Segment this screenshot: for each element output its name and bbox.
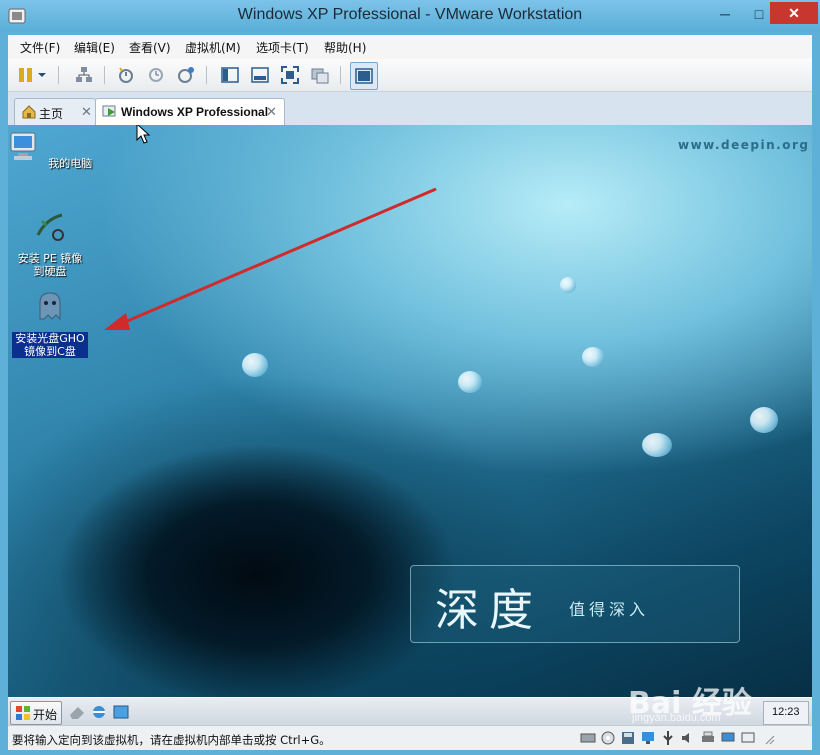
unity-icon[interactable]	[310, 65, 330, 85]
resize-grip-icon[interactable]	[760, 730, 776, 746]
status-bar: 要将输入定向到该虚拟机，请在虚拟机内部单击或按 Ctrl+G。	[8, 725, 812, 750]
network-adapter-icon[interactable]	[640, 730, 656, 746]
printer-icon[interactable]	[700, 730, 716, 746]
menu-edit[interactable]: 编辑(E)	[74, 39, 115, 56]
tab-strip: 主页 ✕ Windows XP Professional ✕	[8, 92, 812, 126]
floppy-icon[interactable]	[620, 730, 636, 746]
tab-home[interactable]: 主页 ✕	[14, 98, 96, 126]
home-icon	[22, 105, 36, 119]
snapshot-manager-icon[interactable]	[176, 65, 196, 85]
stretch-guest-icon	[355, 68, 373, 84]
hard-disk-icon[interactable]	[580, 730, 596, 746]
baidu-watermark-url: jingyan.baidu.com	[632, 712, 721, 724]
tab-home-label: 主页	[39, 107, 64, 121]
tab-vm[interactable]: Windows XP Professional ✕	[95, 98, 285, 126]
eraser-icon[interactable]	[68, 703, 86, 721]
revert-snapshot-icon[interactable]	[146, 65, 166, 85]
system-tray: 12:23	[763, 701, 809, 725]
cd-rom-icon[interactable]	[600, 730, 616, 746]
minimize-button[interactable]: ─	[710, 2, 740, 26]
chevron-down-icon[interactable]	[36, 65, 48, 85]
close-icon[interactable]: ✕	[81, 104, 92, 120]
menu-tabs[interactable]: 选项卡(T)	[256, 39, 309, 56]
vm-running-icon	[102, 105, 116, 117]
ie-icon[interactable]	[90, 703, 108, 721]
status-text: 要将输入定向到该虚拟机，请在虚拟机内部单击或按 Ctrl+G。	[12, 733, 331, 747]
window-title: Windows XP Professional - VMware Worksta…	[237, 6, 583, 23]
tab-vm-label: Windows XP Professional	[121, 105, 269, 119]
menu-bar: 文件(F) 编辑(E) 查看(V) 虚拟机(M) 选项卡(T) 帮助(H)	[8, 35, 812, 59]
close-button[interactable]: ✕	[770, 2, 818, 24]
close-icon[interactable]: ✕	[266, 104, 277, 120]
clock: 12:23	[772, 706, 800, 718]
menu-file[interactable]: 文件(F)	[20, 39, 60, 56]
title-bar[interactable]: Windows XP Professional - VMware Worksta…	[0, 0, 820, 32]
guest-desktop[interactable]: www.deepin.org 我的电脑 安装 PE 镜像到硬盘 安装光盘GHO镜…	[8, 125, 812, 697]
toolbar	[8, 59, 812, 92]
sidebar-view-icon[interactable]	[220, 65, 240, 85]
sound-icon[interactable]	[680, 730, 696, 746]
messages-icon[interactable]	[740, 730, 756, 746]
pause-icon[interactable]	[16, 65, 36, 85]
desktop-shortcut-icon[interactable]	[112, 703, 130, 721]
mouse-cursor-icon	[136, 125, 151, 144]
display-icon[interactable]	[720, 730, 736, 746]
start-label: 开始	[33, 708, 58, 722]
annotation-arrow	[104, 187, 437, 330]
snapshot-icon[interactable]	[116, 65, 136, 85]
stretch-guest-button[interactable]	[350, 62, 378, 90]
usb-icon[interactable]	[660, 730, 676, 746]
menu-view[interactable]: 查看(V)	[129, 39, 171, 56]
menu-help[interactable]: 帮助(H)	[324, 39, 366, 56]
console-view-icon[interactable]	[250, 65, 270, 85]
start-button[interactable]: 开始	[10, 701, 62, 725]
fullscreen-icon[interactable]	[280, 65, 300, 85]
network-icon[interactable]	[74, 65, 94, 85]
menu-vm[interactable]: 虚拟机(M)	[185, 39, 241, 56]
windows-logo-icon	[16, 706, 30, 720]
